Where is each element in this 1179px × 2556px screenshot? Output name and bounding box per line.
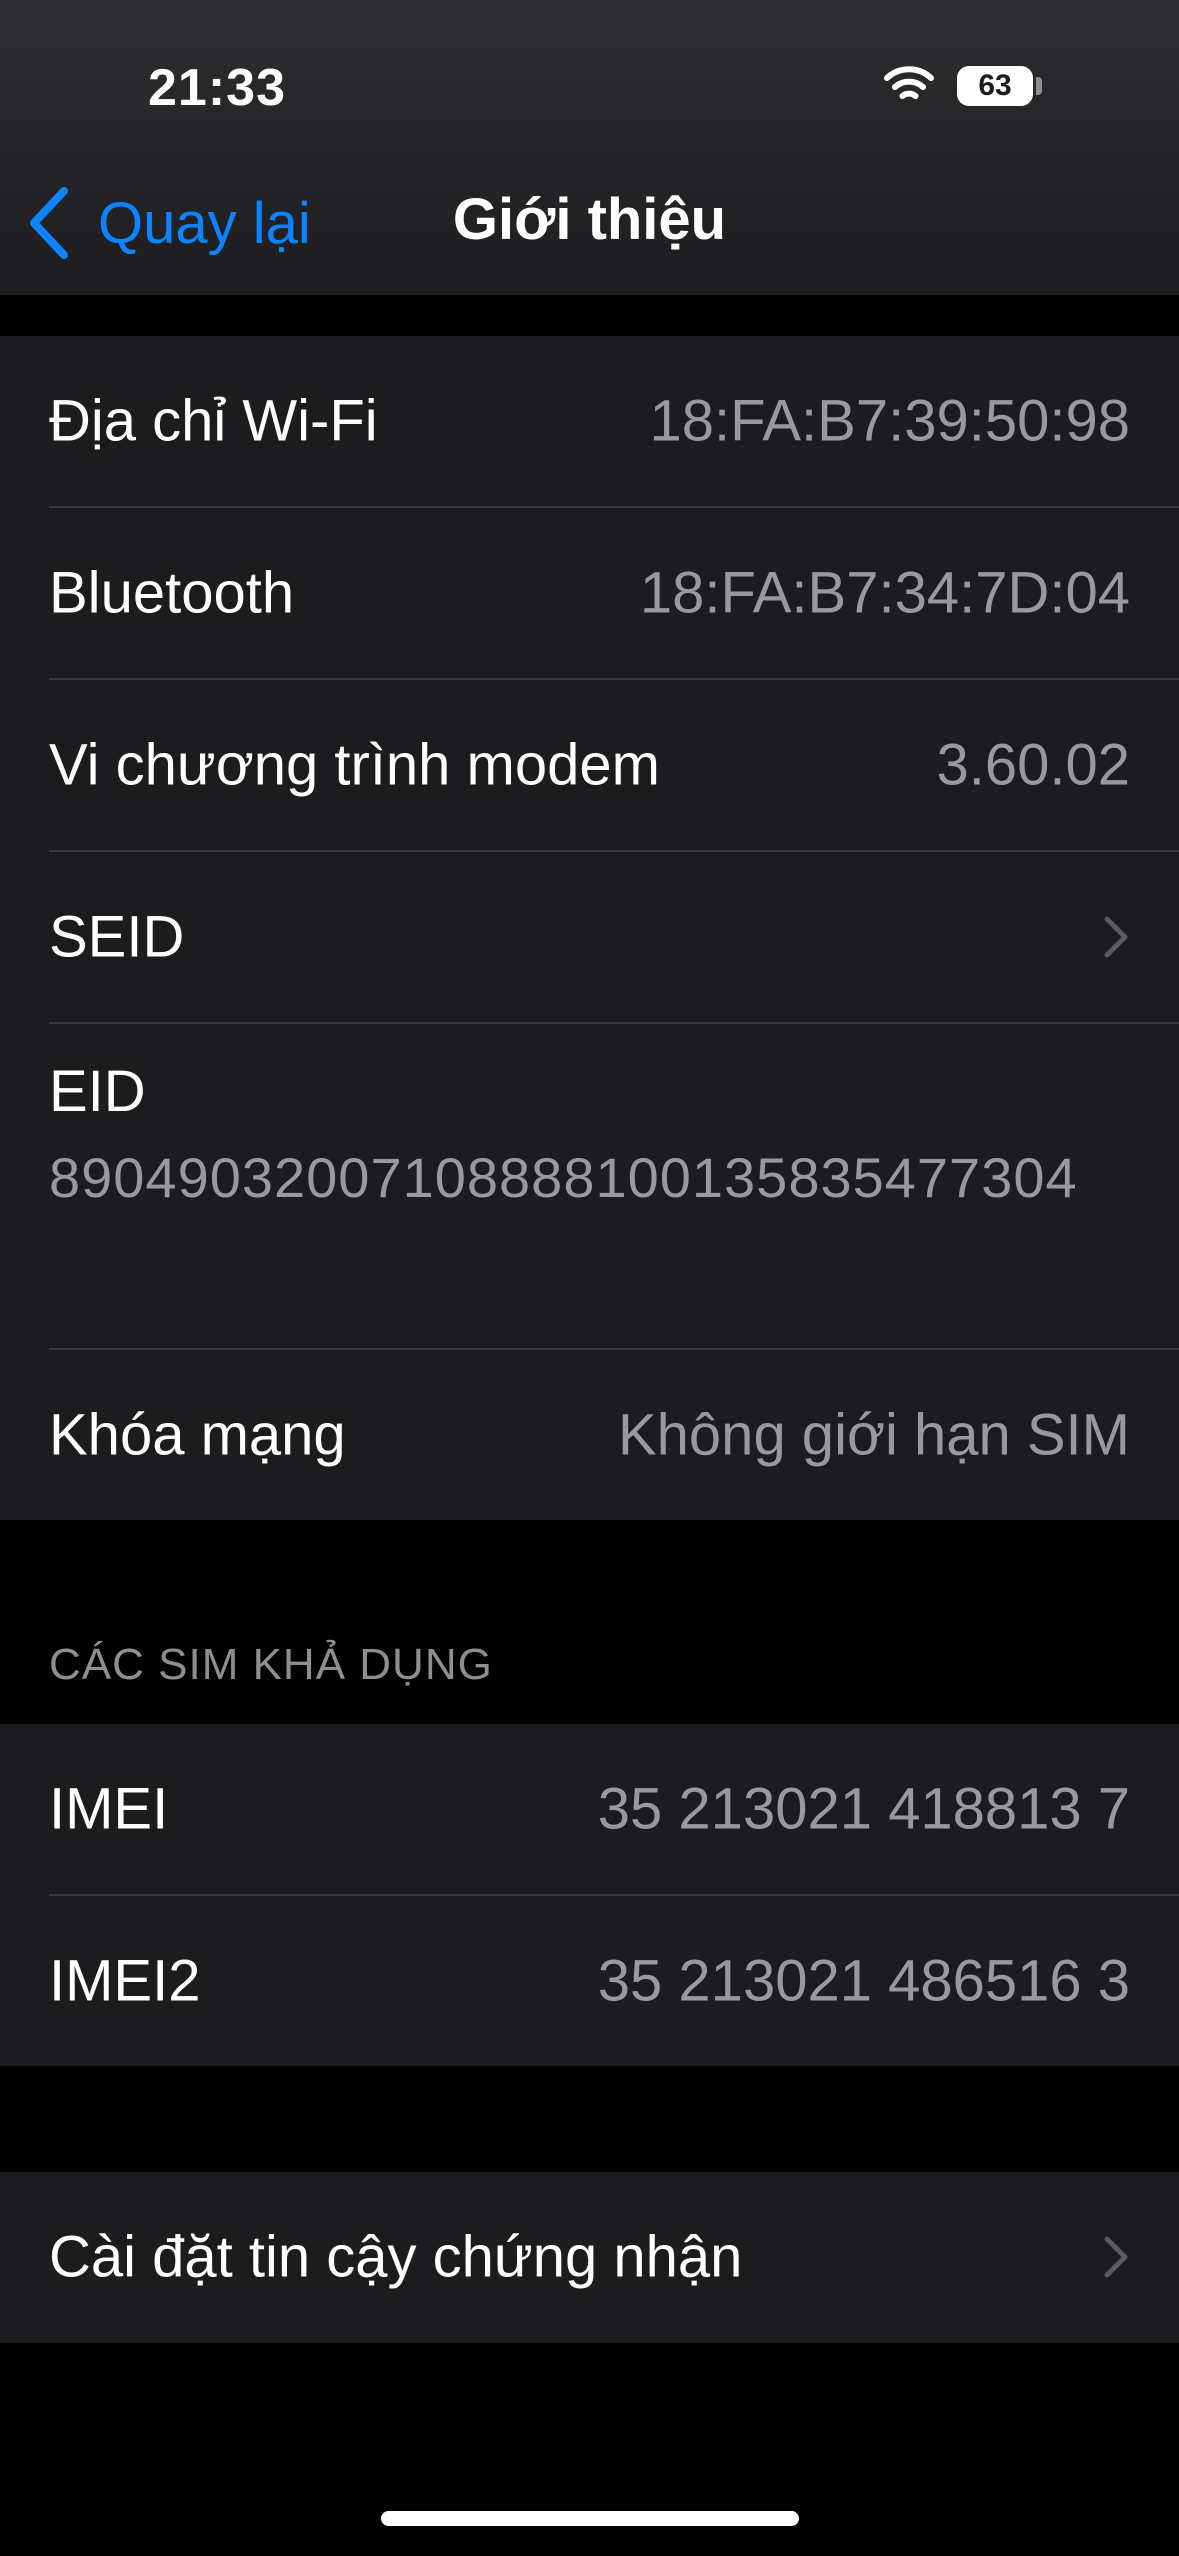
- divider: [49, 1022, 1179, 1024]
- row-seid[interactable]: SEID: [0, 852, 1179, 1022]
- section-header-available-sims: CÁC SIM KHẢ DỤNG: [49, 1640, 493, 1689]
- row-wifi-address[interactable]: Địa chỉ Wi-Fi 18:FA:B7:39:50:98: [0, 336, 1179, 506]
- row-value: 35 213021 486516 3: [597, 1948, 1130, 2014]
- row-label: Cài đặt tin cậy chứng nhận: [49, 2224, 743, 2290]
- battery-icon: 63: [957, 66, 1033, 106]
- row-label: IMEI: [49, 1776, 169, 1842]
- row-network-lock[interactable]: Khóa mạng Không giới hạn SIM: [0, 1350, 1179, 1520]
- eid-value: 89049032007108888100135835477304: [49, 1146, 1078, 1209]
- row-value: 3.60.02: [936, 732, 1130, 798]
- row-label: IMEI2: [49, 1948, 201, 2014]
- chevron-right-icon: [1104, 2236, 1128, 2278]
- row-modem-firmware[interactable]: Vi chương trình modem 3.60.02: [0, 680, 1179, 850]
- sim-group: IMEI 35 213021 418813 7 IMEI2 35 213021 …: [0, 1724, 1179, 2066]
- row-imei[interactable]: IMEI 35 213021 418813 7: [0, 1724, 1179, 1894]
- wifi-icon: [884, 66, 934, 99]
- page-title: Giới thiệu: [452, 187, 727, 252]
- chevron-right-icon: [1104, 916, 1128, 958]
- row-bluetooth[interactable]: Bluetooth 18:FA:B7:34:7D:04: [0, 508, 1179, 678]
- row-value: 35 213021 418813 7: [597, 1776, 1130, 1842]
- row-label: Bluetooth: [49, 560, 295, 626]
- battery-tip: [1036, 77, 1042, 95]
- home-indicator[interactable]: [381, 2511, 799, 2526]
- row-value: 18:FA:B7:34:7D:04: [639, 560, 1130, 626]
- certificate-group: Cài đặt tin cậy chứng nhận: [0, 2172, 1179, 2343]
- row-certificate-trust-settings[interactable]: Cài đặt tin cậy chứng nhận: [0, 2172, 1179, 2342]
- row-label: Khóa mạng: [49, 1402, 346, 1468]
- eid-label: EID: [49, 1059, 146, 1124]
- row-label: Vi chương trình modem: [49, 732, 660, 798]
- row-imei2[interactable]: IMEI2 35 213021 486516 3: [0, 1896, 1179, 2066]
- device-info-group: Địa chỉ Wi-Fi 18:FA:B7:39:50:98 Bluetoot…: [0, 336, 1179, 1520]
- row-value: Không giới hạn SIM: [617, 1402, 1130, 1468]
- row-label: Địa chỉ Wi-Fi: [49, 388, 378, 454]
- status-time: 21:33: [148, 59, 286, 117]
- battery-level: 63: [978, 69, 1012, 102]
- row-label: SEID: [49, 904, 185, 970]
- navigation-header: 21:33 63 Quay lại Giới thiệu: [0, 0, 1179, 295]
- row-value: 18:FA:B7:39:50:98: [649, 388, 1130, 454]
